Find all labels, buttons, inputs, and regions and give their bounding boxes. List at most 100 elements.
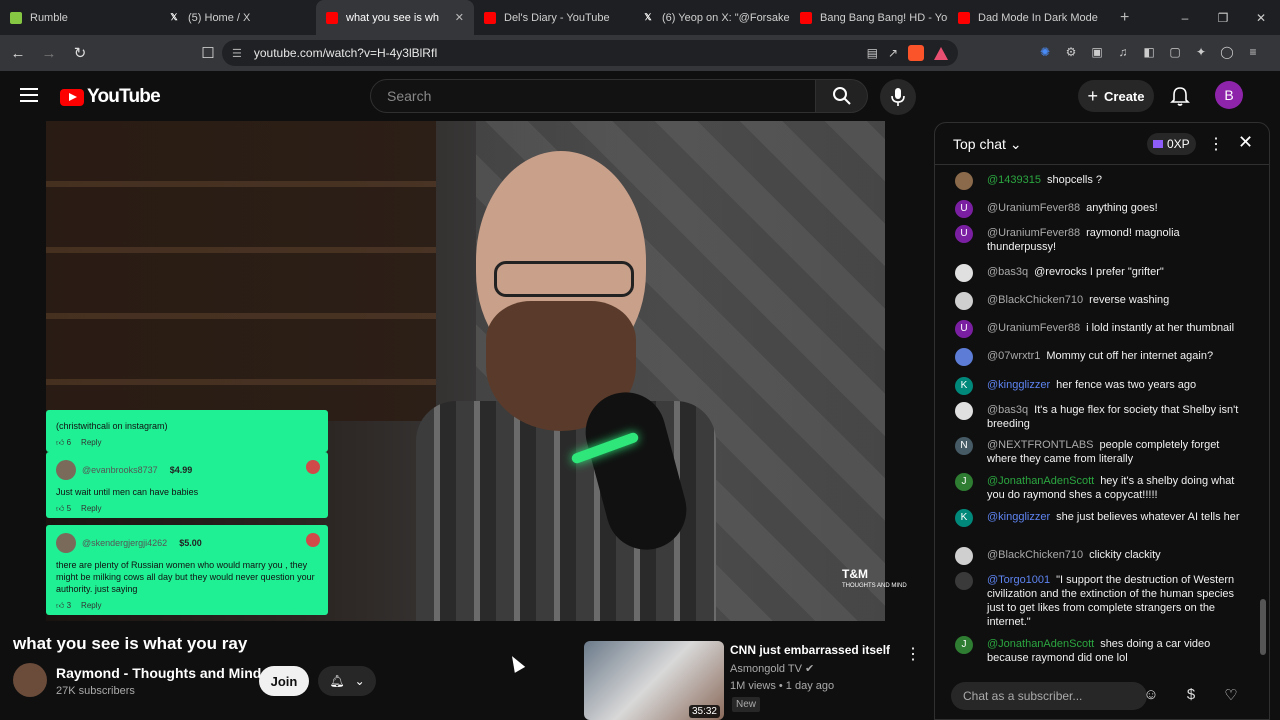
recommended-channel[interactable]: Asmongold TV ✔ — [730, 662, 814, 675]
chat-message[interactable]: @bas3q It's a huge flex for society that … — [955, 402, 1255, 431]
chat-author[interactable]: @UraniumFever88 — [987, 227, 1080, 239]
chat-message[interactable]: @BlackChicken710 reverse washing — [955, 292, 1255, 310]
chat-avatar[interactable] — [955, 172, 973, 190]
chat-input[interactable]: Chat as a subscriber... — [951, 682, 1147, 710]
super-chat-icon[interactable]: $ — [1181, 686, 1201, 704]
search-input[interactable]: Search — [370, 79, 816, 113]
browser-tab[interactable]: Dad Mode In Dark Mode — [948, 0, 1106, 35]
subscribed-notifications-button[interactable]: 🔔︎ ⌄ — [318, 666, 376, 696]
vpn-icon[interactable]: ◯ — [1220, 45, 1234, 59]
chat-avatar[interactable]: K — [955, 377, 973, 395]
youtube-logo[interactable]: YouTube — [60, 86, 161, 108]
notifications-bell-icon[interactable] — [1169, 85, 1191, 107]
chat-author[interactable]: @JonathanAdenScott — [987, 638, 1094, 650]
brave-rewards-icon[interactable] — [934, 46, 948, 60]
voice-search-button[interactable] — [880, 79, 916, 115]
brave-shields-icon[interactable] — [908, 45, 924, 61]
chat-author[interactable]: @UraniumFever88 — [987, 322, 1080, 334]
chat-author[interactable]: @UraniumFever88 — [987, 202, 1080, 214]
chat-avatar[interactable] — [955, 264, 973, 282]
account-avatar[interactable]: B — [1215, 81, 1243, 109]
share-icon[interactable]: ↗ — [888, 46, 898, 60]
video-player[interactable]: (christwithcali on instagram) 👍︎ 6 Reply @e… — [46, 121, 885, 621]
wallet-icon[interactable]: ▢ — [1168, 45, 1182, 59]
chat-author[interactable]: @BlackChicken710 — [987, 549, 1083, 561]
chat-message[interactable]: K @kingglizzer she just believes whatever … — [955, 509, 1255, 527]
chat-avatar[interactable]: J — [955, 473, 973, 491]
chat-avatar[interactable]: K — [955, 509, 973, 527]
chat-avatar[interactable]: U — [955, 320, 973, 338]
chat-author[interactable]: @JonathanAdenScott — [987, 475, 1094, 487]
chat-message[interactable]: @Torgo1001 "I support the destruction of … — [955, 572, 1255, 629]
more-options-icon[interactable]: ⋮ — [905, 644, 921, 664]
cast-icon[interactable]: ▤ — [867, 46, 878, 60]
heart-icon[interactable]: ♡ — [1221, 686, 1241, 704]
media-icon[interactable]: ♫ — [1116, 45, 1130, 59]
chat-message[interactable]: @bas3q @revrocks I prefer "grifter" — [955, 264, 1255, 282]
chat-author[interactable]: @07wrxtr1 — [987, 350, 1040, 362]
chat-avatar[interactable]: U — [955, 200, 973, 218]
chat-author[interactable]: @kingglizzer — [987, 511, 1050, 523]
recommended-title[interactable]: CNN just embarrassed itself.. — [730, 643, 890, 657]
close-chat-icon[interactable]: ✕ — [1238, 132, 1253, 153]
chat-author[interactable]: @kingglizzer — [987, 379, 1050, 391]
extension-icon[interactable]: ✺ — [1038, 45, 1052, 59]
browser-tab[interactable]: what you see is wh ✕ — [316, 0, 474, 35]
chat-author[interactable]: @bas3q — [987, 266, 1028, 278]
chat-message[interactable]: U @UraniumFever88 raymond! magnolia thunde… — [955, 225, 1255, 254]
chat-scrollbar[interactable] — [1259, 173, 1267, 663]
chat-author[interactable]: @1439315 — [987, 174, 1041, 186]
chat-message[interactable]: K @kingglizzer her fence was two years ago — [955, 377, 1255, 395]
browser-tab[interactable]: Bang Bang Bang! HD - You — [790, 0, 948, 35]
sidebar-icon[interactable]: ◧ — [1142, 45, 1156, 59]
chat-message[interactable]: U @UraniumFever88 i lold instantly at her … — [955, 320, 1255, 338]
chat-avatar[interactable]: N — [955, 437, 973, 455]
site-settings-icon[interactable]: ☰ — [232, 47, 242, 60]
chat-avatar[interactable] — [955, 547, 973, 565]
address-bar[interactable]: ☰ youtube.com/watch?v=H-4y3lBlRfI ▤ ↗ — [222, 40, 958, 66]
browser-tab[interactable]: 𝕏 (6) Yeop on X: "@Forsaken — [632, 0, 790, 35]
chat-avatar[interactable]: J — [955, 636, 973, 654]
browser-tab[interactable]: Del's Diary - YouTube — [474, 0, 632, 35]
reload-icon[interactable]: ↻ — [67, 40, 93, 66]
browser-tab[interactable]: 𝕏 (5) Home / X — [158, 0, 316, 35]
chat-avatar[interactable]: U — [955, 225, 973, 243]
chat-message[interactable]: J @JonathanAdenScott shes doing a car vide… — [955, 636, 1255, 665]
recommended-thumbnail[interactable]: 35:32 — [584, 641, 724, 720]
tab-search-icon[interactable]: ▣ — [1090, 45, 1104, 59]
chat-avatar[interactable] — [955, 402, 973, 420]
menu-icon[interactable]: ≡ — [1246, 45, 1260, 59]
chat-author[interactable]: @Torgo1001 — [987, 574, 1050, 586]
channel-name[interactable]: Raymond - Thoughts and Mind — [56, 665, 261, 681]
chat-avatar[interactable] — [955, 348, 973, 366]
hamburger-menu-icon[interactable] — [20, 88, 38, 102]
chat-menu-icon[interactable]: ⋮ — [1208, 134, 1224, 154]
browser-tab[interactable]: Rumble — [0, 0, 158, 35]
create-button[interactable]: + Create — [1078, 80, 1154, 112]
top-chat-dropdown[interactable]: Top chat ⌄ — [953, 136, 1022, 153]
puzzle-icon[interactable]: ⚙ — [1064, 45, 1078, 59]
chat-author[interactable]: @BlackChicken710 — [987, 294, 1083, 306]
emoji-icon[interactable]: ☺ — [1141, 686, 1161, 704]
leo-icon[interactable]: ✦ — [1194, 45, 1208, 59]
chat-avatar[interactable] — [955, 572, 973, 590]
chat-author[interactable]: @NEXTFRONTLABS — [987, 439, 1094, 451]
forward-icon[interactable]: → — [36, 40, 62, 66]
chat-author[interactable]: @bas3q — [987, 404, 1028, 416]
close-window-icon[interactable]: ✕ — [1242, 0, 1280, 35]
close-tab-icon[interactable]: ✕ — [455, 11, 464, 24]
maximize-icon[interactable]: ❐ — [1204, 0, 1242, 35]
chat-scroll-thumb[interactable] — [1260, 599, 1266, 655]
channel-avatar[interactable] — [13, 663, 47, 697]
xp-badge[interactable]: 0XP — [1147, 133, 1196, 155]
back-icon[interactable]: ← — [5, 40, 31, 66]
chat-avatar[interactable] — [955, 292, 973, 310]
chat-message[interactable]: @BlackChicken710 clickity clackity — [955, 547, 1255, 565]
chat-message[interactable]: @07wrxtr1 Mommy cut off her internet agai… — [955, 348, 1255, 366]
chat-message[interactable]: U @UraniumFever88 anything goes! — [955, 200, 1255, 218]
chat-message[interactable]: N @NEXTFRONTLABS people completely forget … — [955, 437, 1255, 466]
minimize-icon[interactable]: – — [1166, 0, 1204, 35]
search-button[interactable] — [816, 79, 868, 113]
join-button[interactable]: Join — [259, 666, 309, 696]
bookmark-icon[interactable]: ☐ — [195, 40, 221, 66]
